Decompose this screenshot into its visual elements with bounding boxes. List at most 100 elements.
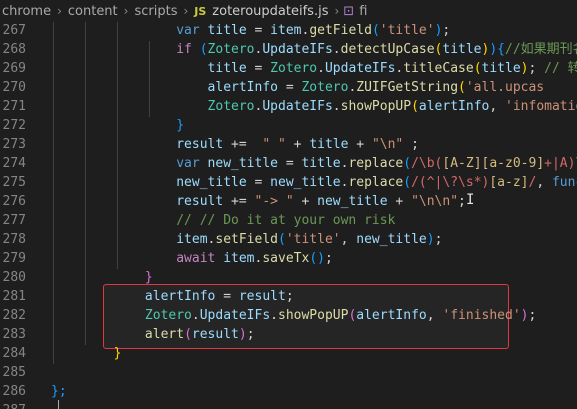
code-token: saveTx: [262, 251, 310, 266]
code-token: +: [293, 194, 318, 209]
code-token: =: [246, 175, 271, 190]
code-token: [A-Z]: [442, 156, 482, 171]
code-token: UpdateIFs: [324, 61, 396, 76]
code-token: Zotero: [207, 99, 255, 114]
code-line[interactable]: 279 await item.saveTx();: [0, 249, 577, 268]
breadcrumb-item-content[interactable]: content: [66, 4, 120, 19]
code-line[interactable]: 280 }: [0, 268, 577, 287]
code-token: .: [191, 308, 200, 323]
code-token: item: [223, 251, 255, 266]
code-token: 'all.upcas: [465, 80, 545, 95]
code-token: await: [176, 251, 216, 266]
code-line[interactable]: 286};: [0, 382, 577, 401]
code-line[interactable]: 283 alert(result);: [0, 325, 577, 344]
line-number: 276: [2, 194, 26, 209]
code-token: };: [51, 384, 67, 399]
line-number: 277: [2, 213, 26, 228]
chevron-right-icon: ›: [57, 4, 62, 18]
code-token: .: [317, 61, 325, 76]
code-token: "\n\n": [411, 194, 459, 209]
code-line[interactable]: 268 if (Zotero.UpdateIFs.detectUpCase(ti…: [0, 40, 577, 59]
code-token: replace: [348, 175, 404, 190]
code-line[interactable]: 278 item.setField('title', new_title);: [0, 230, 577, 249]
code-token: (: [403, 175, 412, 190]
code-text: alertInfo = Zotero.ZUIFGetString('all.up…: [51, 78, 545, 97]
line-number: 281: [2, 289, 26, 304]
code-token: showPopUP: [340, 99, 412, 114]
code-line[interactable]: 273 result += " " + title + "\n" ;: [0, 135, 577, 154]
chevron-right-icon: ›: [123, 4, 129, 18]
code-token: item: [270, 23, 302, 38]
code-token: item: [176, 232, 208, 247]
code-token: (: [371, 23, 380, 38]
code-text: }: [51, 116, 184, 135]
code-line[interactable]: 274 var new_title = title.replace(/\b([A…: [0, 154, 577, 173]
code-token: [a-z]: [489, 175, 529, 190]
line-number: 284: [2, 346, 26, 361]
code-token: result: [238, 289, 286, 304]
code-line[interactable]: 285: [0, 363, 577, 382]
code-token: +: [285, 137, 310, 152]
code-text: alertInfo = result;: [51, 287, 294, 306]
code-token: 'infomation': [505, 99, 577, 114]
code-line[interactable]: 276 result += "-> " + new_title + "\n\n"…: [0, 192, 577, 211]
code-token: +: [387, 194, 412, 209]
code-token: 'finished': [442, 308, 521, 323]
code-token: new_title: [317, 194, 388, 209]
code-text: result += "-> " + new_title + "\n\n";: [51, 192, 466, 211]
code-token: if: [176, 42, 192, 57]
code-token: var: [176, 23, 200, 38]
code-token: =: [278, 156, 302, 171]
code-line[interactable]: 275 new_title = new_title.replace(/(^|\?…: [0, 173, 577, 192]
code-token: ZUIFGetString: [356, 80, 459, 95]
breadcrumb-item-symbol[interactable]: fi: [357, 4, 369, 19]
code-line[interactable]: 284 }: [0, 344, 577, 363]
code-token: ,: [536, 175, 552, 190]
code-token: showPopUP: [278, 308, 349, 323]
code-token: +: [348, 137, 372, 152]
code-line[interactable]: 281 alertInfo = result;: [0, 287, 577, 306]
code-editor[interactable]: 267 var title = item.getField('title'); 2…: [0, 22, 577, 409]
breadcrumb-item-chrome[interactable]: chrome: [0, 4, 53, 19]
code-text: };: [51, 382, 67, 401]
code-token: .: [270, 308, 278, 323]
code-token: ): [520, 308, 529, 323]
code-line[interactable]: 269 title = Zotero.UpdateIFs.titleCase(t…: [0, 59, 577, 78]
code-token: }: [113, 346, 122, 361]
code-token: ,: [426, 308, 443, 323]
code-token: (: [403, 156, 412, 171]
code-line[interactable]: 277 // // Do it at your own risk: [0, 211, 577, 230]
line-number: 285: [2, 365, 26, 380]
code-line[interactable]: 267 var title = item.getField('title');: [0, 22, 577, 40]
code-token: (: [473, 61, 482, 76]
code-token: alertInfo: [356, 308, 427, 323]
breadcrumb-item-scripts[interactable]: scripts: [132, 4, 179, 19]
line-number: 283: [2, 327, 26, 342]
code-line[interactable]: 287: [0, 401, 577, 409]
line-number: 282: [2, 308, 26, 323]
line-number: 272: [2, 118, 26, 133]
code-token: getField: [309, 23, 372, 38]
code-token: ): [238, 327, 247, 342]
code-token: new_title: [356, 232, 427, 247]
code-token: ;: [403, 137, 419, 152]
code-line[interactable]: 270 alertInfo = Zotero.ZUIFGetString('al…: [0, 78, 577, 97]
code-token: title: [207, 23, 247, 38]
code-line[interactable]: 271 Zotero.UpdateIFs.showPopUP(alertInfo…: [0, 97, 577, 116]
line-number: 269: [2, 61, 26, 76]
code-line[interactable]: 282 Zotero.UpdateIFs.showPopUP(alertInfo…: [0, 306, 577, 325]
code-token: 'title': [379, 23, 435, 38]
code-token: /(^|\?\s*): [411, 175, 490, 190]
breadcrumb-item-file[interactable]: zoteroupdateifs.js: [210, 4, 330, 19]
code-token: .: [332, 99, 341, 114]
javascript-file-icon: JS: [194, 4, 207, 18]
code-line[interactable]: 272 }: [0, 116, 577, 135]
